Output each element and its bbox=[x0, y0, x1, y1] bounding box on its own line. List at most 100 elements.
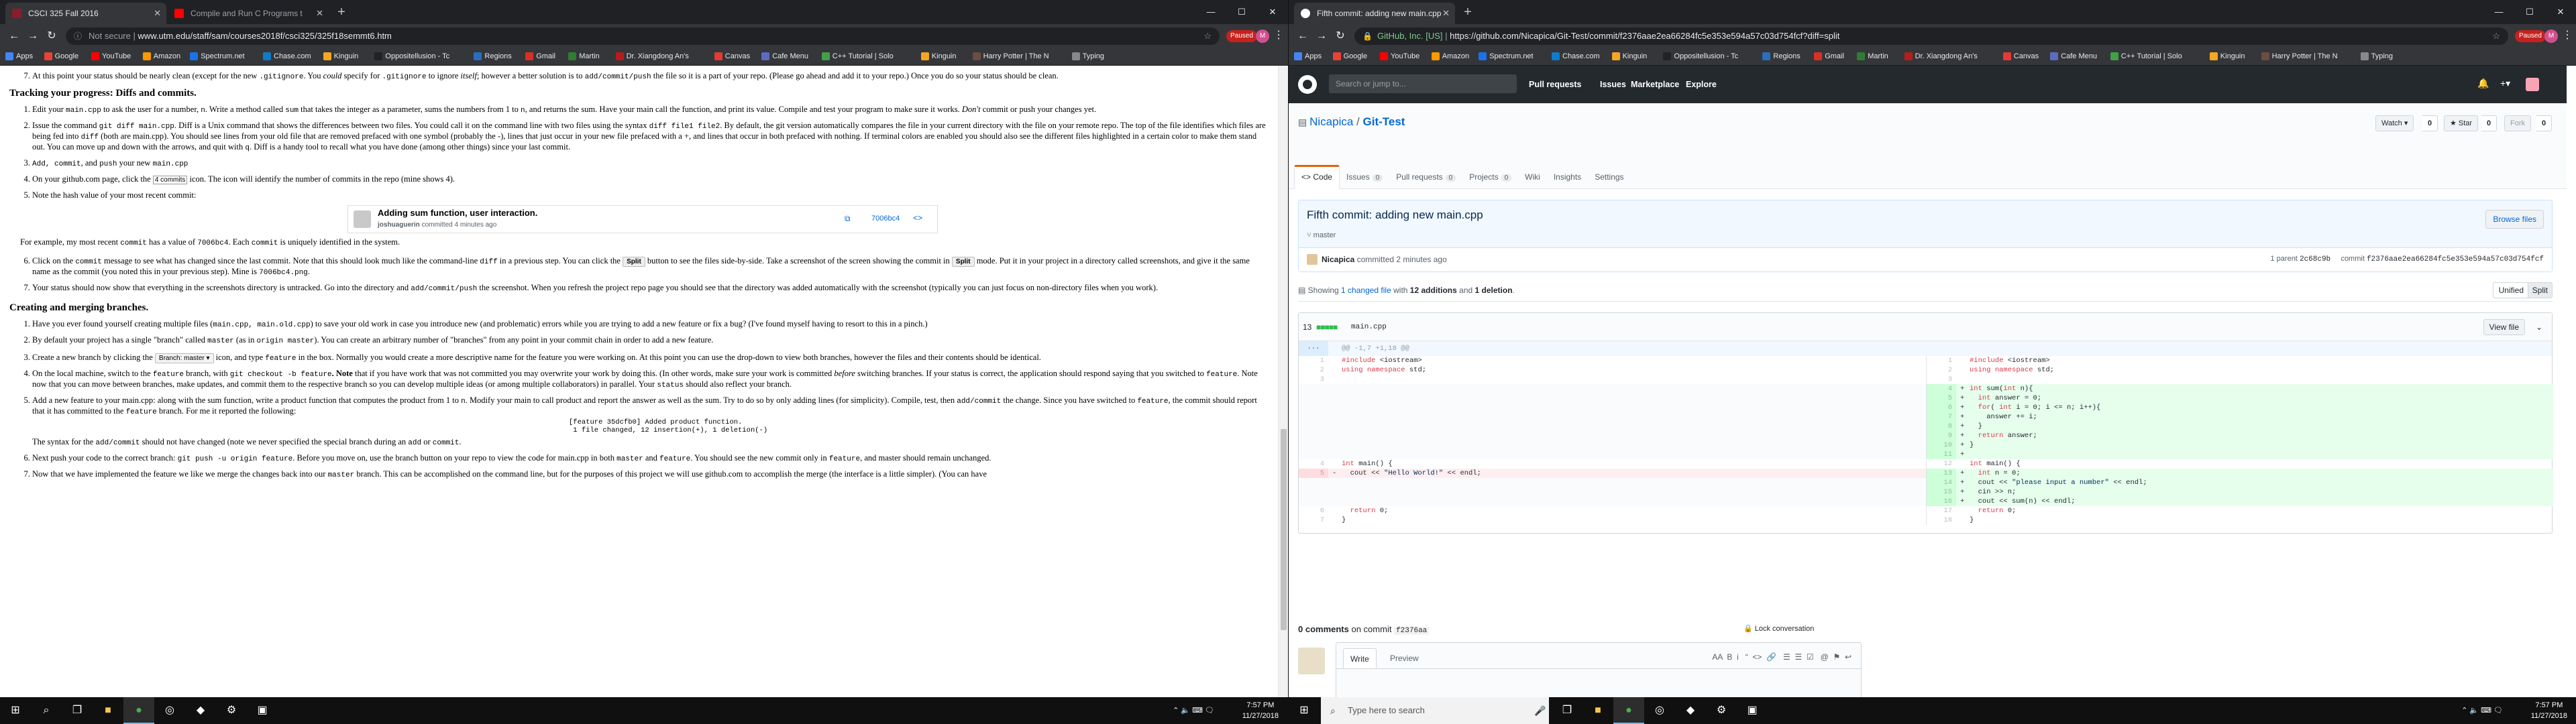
system-tray[interactable]: ⌃ 🔈 ⌨ 🗨 bbox=[1080, 697, 1214, 724]
notifications-bell-icon[interactable]: 🔔 bbox=[2477, 78, 2489, 89]
bookmark-item[interactable]: Typing bbox=[2359, 48, 2393, 64]
new-tab-button[interactable]: + bbox=[333, 4, 350, 21]
tab-github-commit[interactable]: Fifth commit: adding new main.cpp ✕ bbox=[1294, 3, 1455, 24]
bookmark-item[interactable]: Harry Potter | The N bbox=[971, 48, 1049, 64]
tab-settings[interactable]: Settings bbox=[1588, 165, 1630, 189]
back-arrow-icon[interactable]: ← bbox=[1294, 27, 1311, 45]
star-button[interactable]: ★ Star bbox=[2444, 115, 2479, 131]
minimize-button[interactable]: — bbox=[2483, 0, 2514, 24]
bookmark-item[interactable]: Amazon bbox=[142, 48, 180, 64]
scrollbar-thumb[interactable] bbox=[1281, 429, 1287, 630]
bookmark-item[interactable]: Google bbox=[43, 48, 78, 64]
parent-hash-link[interactable]: 2c68c9b bbox=[2300, 255, 2330, 263]
close-window-button[interactable]: ✕ bbox=[1257, 0, 1288, 24]
bookmark-item[interactable]: Regions bbox=[472, 48, 512, 64]
system-tray[interactable]: ⌃ 🔈 ⌨ 🗨 bbox=[2369, 697, 2503, 724]
user-avatar[interactable] bbox=[2526, 78, 2539, 91]
expand-icon[interactable]: ··· bbox=[1299, 341, 1328, 356]
reload-icon[interactable]: ↻ bbox=[1332, 27, 1349, 45]
maximize-button[interactable]: ☐ bbox=[1226, 0, 1257, 24]
fork-button[interactable]: Fork bbox=[2504, 115, 2531, 131]
nav-pull-requests[interactable]: Pull requests bbox=[1529, 66, 1582, 103]
tab-projects[interactable]: Projects 0 bbox=[1462, 165, 1518, 189]
plus-dropdown-icon[interactable]: +▾ bbox=[2500, 78, 2510, 89]
new-tab-button[interactable]: + bbox=[1459, 4, 1477, 21]
bookmark-item[interactable]: C++ Tutorial | Solo bbox=[2109, 48, 2182, 64]
bookmark-item[interactable]: Oppositellusion - Tc bbox=[1662, 48, 1738, 64]
watch-count[interactable]: 0 bbox=[2422, 115, 2438, 131]
bookmark-item[interactable]: Gmail bbox=[524, 48, 555, 64]
microphone-icon[interactable]: 🎤 bbox=[1534, 697, 1546, 724]
bookmark-item[interactable]: YouTube bbox=[90, 48, 131, 64]
steam-icon[interactable]: ◎ bbox=[1644, 697, 1675, 724]
fork-count[interactable]: 0 bbox=[2536, 115, 2553, 131]
forward-arrow-icon[interactable]: → bbox=[1313, 27, 1330, 45]
windows-start-icon[interactable]: ⊞ bbox=[1289, 697, 1320, 724]
nav-issues[interactable]: Issues bbox=[1600, 66, 1626, 103]
settings-gear-icon[interactable]: ⚙ bbox=[1706, 697, 1737, 724]
bookmark-item[interactable]: Oppositellusion - Tc bbox=[373, 48, 449, 64]
app-icon[interactable]: ◆ bbox=[185, 697, 216, 724]
profile-avatar[interactable]: M bbox=[1256, 29, 1269, 43]
browse-files-button[interactable]: Browse files bbox=[2485, 210, 2544, 229]
forward-arrow-icon[interactable]: → bbox=[24, 27, 42, 45]
settings-gear-icon[interactable]: ⚙ bbox=[216, 697, 247, 724]
taskbar-search-input[interactable]: Type here to search bbox=[1321, 697, 1549, 724]
changed-files-link[interactable]: 1 changed file bbox=[1341, 286, 1391, 295]
bookmark-item[interactable]: Cafe Menu bbox=[2049, 48, 2097, 64]
bookmark-item[interactable]: Spectrum.net bbox=[189, 48, 245, 64]
tab-wiki[interactable]: Wiki bbox=[1518, 165, 1547, 189]
page-scrollbar[interactable] bbox=[1278, 66, 1288, 697]
bookmark-star-icon[interactable]: ☆ bbox=[2492, 27, 2500, 45]
bookmark-item[interactable]: Regions bbox=[1761, 48, 1801, 64]
menu-kebab-icon[interactable]: ⋮ bbox=[1272, 28, 1285, 42]
file-name-link[interactable]: main.cpp bbox=[1351, 313, 1387, 341]
search-icon[interactable]: ⌕ bbox=[31, 697, 62, 724]
tab-compile-run[interactable]: Compile and Run C Programs t ✕ bbox=[168, 3, 329, 24]
bookmark-item[interactable]: Kinguin bbox=[2208, 48, 2245, 64]
paused-chip[interactable]: Paused bbox=[2515, 30, 2546, 42]
chrome-taskbar-icon[interactable]: ● bbox=[123, 697, 154, 724]
close-window-button[interactable]: ✕ bbox=[2545, 0, 2576, 24]
bookmark-item[interactable]: Chase.com bbox=[1550, 48, 1600, 64]
bookmark-item[interactable]: C++ Tutorial | Solo bbox=[820, 48, 894, 64]
repo-name-link[interactable]: Git-Test bbox=[1363, 115, 1405, 128]
chevron-down-icon[interactable]: ⌄ bbox=[2536, 313, 2542, 341]
tab-issues[interactable]: Issues 0 bbox=[1340, 165, 1389, 189]
tab-csci325[interactable]: CSCI 325 Fall 2016 ✕ bbox=[5, 3, 166, 24]
bookmark-item[interactable]: Kinguin bbox=[322, 48, 358, 64]
bookmark-item[interactable]: Chase.com bbox=[262, 48, 311, 64]
file-explorer-icon[interactable]: ■ bbox=[1582, 697, 1613, 724]
bookmark-item[interactable]: Martin bbox=[1856, 48, 1888, 64]
bookmark-item[interactable]: Dr. Xiangdong An's bbox=[614, 48, 689, 64]
bookmark-item[interactable]: Martin bbox=[567, 48, 600, 64]
bookmark-item[interactable]: Spectrum.net bbox=[1477, 48, 1534, 64]
steam-icon[interactable]: ◎ bbox=[154, 697, 185, 724]
bookmark-star-icon[interactable]: ☆ bbox=[1203, 27, 1212, 45]
maximize-button[interactable]: ☐ bbox=[2514, 0, 2545, 24]
nav-marketplace[interactable]: Marketplace bbox=[1631, 66, 1679, 103]
github-search-input[interactable]: Search or jump to... bbox=[1329, 74, 1517, 93]
nav-explore[interactable]: Explore bbox=[1686, 66, 1717, 103]
bookmark-item[interactable]: Canvas bbox=[2002, 48, 2039, 64]
app-icon[interactable]: ◆ bbox=[1675, 697, 1706, 724]
close-tab-icon[interactable]: ✕ bbox=[316, 3, 323, 24]
lock-conversation-link[interactable]: 🔒 Lock conversation bbox=[1743, 624, 1878, 633]
bookmark-item[interactable]: Dr. Xiangdong An's bbox=[1903, 48, 1978, 64]
menu-kebab-icon[interactable]: ⋮ bbox=[2561, 28, 2574, 42]
bookmark-item[interactable]: Apps bbox=[1293, 48, 1322, 64]
address-bar[interactable]: ⓘ Not secure | www.utm.edu/staff/sam/cou… bbox=[66, 27, 1220, 45]
profile-avatar[interactable]: M bbox=[2544, 29, 2558, 43]
terminal-icon[interactable]: ▣ bbox=[247, 697, 278, 724]
watch-button[interactable]: Watch ▾ bbox=[2375, 115, 2414, 131]
bookmark-item[interactable]: Amazon bbox=[1430, 48, 1469, 64]
bookmark-item[interactable]: Gmail bbox=[1813, 48, 1844, 64]
repo-owner-link[interactable]: Nicapica bbox=[1309, 115, 1353, 128]
view-file-button[interactable]: View file bbox=[2483, 319, 2525, 335]
star-count[interactable]: 0 bbox=[2481, 115, 2498, 131]
task-view-icon[interactable]: ❐ bbox=[62, 697, 93, 724]
committer-link[interactable]: Nicapica bbox=[1322, 255, 1354, 264]
close-tab-icon[interactable]: ✕ bbox=[154, 3, 161, 24]
bookmark-item[interactable]: Cafe Menu bbox=[760, 48, 808, 64]
minimize-button[interactable]: — bbox=[1195, 0, 1226, 24]
